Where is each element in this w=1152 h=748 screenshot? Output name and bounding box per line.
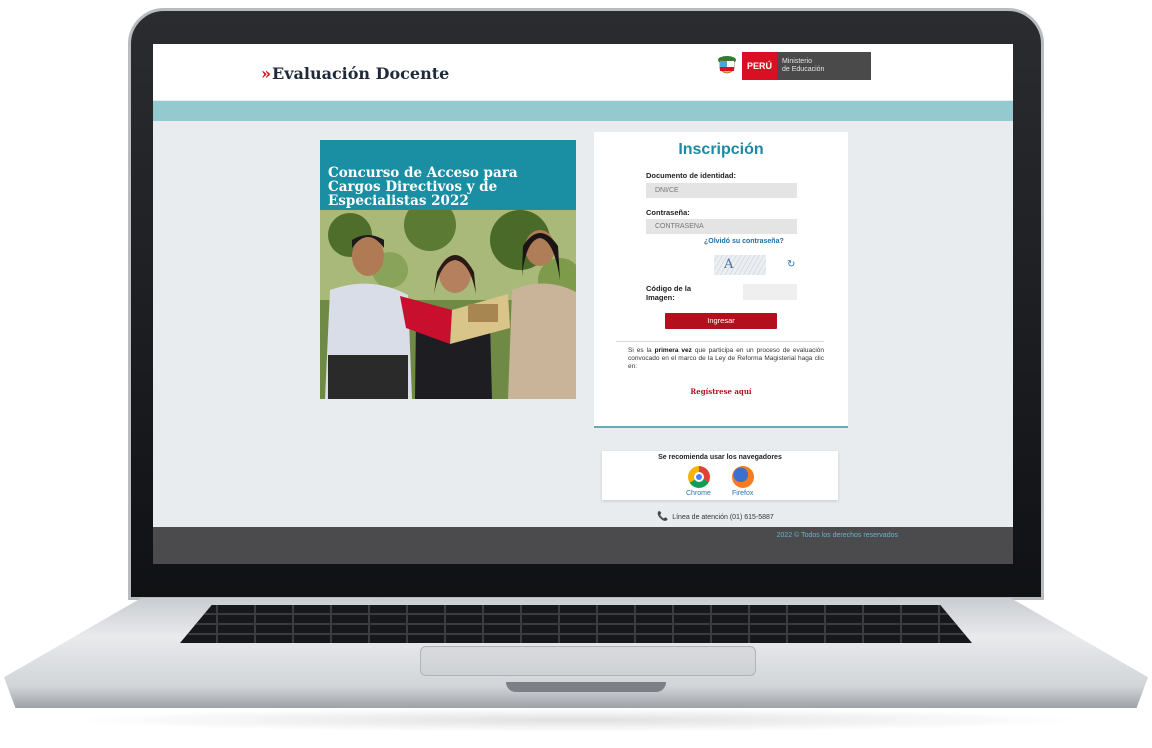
document-input[interactable] [646, 183, 797, 198]
captcha-label: Código de la Imagen: [646, 284, 691, 302]
ministry-line-1: Ministerio [782, 58, 812, 65]
info-prefix: Si es la [628, 347, 655, 354]
captcha-image: A [714, 255, 766, 275]
ministry-label: Ministerio de Educación [777, 52, 872, 80]
browsers-title: Se recomienda usar los navegadores [658, 454, 782, 461]
laptop-keyboard [180, 605, 972, 643]
login-button[interactable]: Ingresar [665, 313, 777, 329]
laptop-notch [506, 682, 666, 692]
phone-icon: 📞 [657, 511, 669, 521]
coat-of-arms-icon [718, 56, 736, 74]
first-time-info: Si es la primera vez que participa en un… [628, 347, 824, 371]
card-divider [616, 341, 824, 342]
browsers-box: Se recomienda usar los navegadores Chrom… [602, 451, 838, 500]
forgot-password-link[interactable]: ¿Olvidó su contraseña? [704, 238, 784, 245]
chrome-label[interactable]: Chrome [686, 490, 711, 497]
login-card: Inscripción Documento de identidad: Cont… [594, 132, 848, 428]
teachers-photo [320, 210, 576, 399]
banner-title: Concurso de Acceso para Cargos Directivo… [328, 165, 518, 209]
support-text: Línea de atención (01) 615-5887 [672, 514, 774, 521]
laptop-screen: »Evaluación Docente PERÚ Ministerio de E… [153, 44, 1013, 564]
password-input[interactable] [646, 219, 797, 234]
peru-label: PERÚ [742, 52, 778, 80]
document-label: Documento de identidad: [646, 171, 736, 180]
site-footer: 2022 © Todos los derechos reservados [153, 527, 1013, 564]
password-label: Contraseña: [646, 208, 690, 217]
refresh-captcha-icon[interactable]: ↻ [787, 259, 795, 270]
firefox-icon[interactable] [732, 466, 754, 488]
site-header: »Evaluación Docente PERÚ Ministerio de E… [153, 44, 1013, 100]
chrome-icon[interactable] [688, 466, 710, 488]
login-title: Inscripción [678, 141, 764, 158]
brand-logo[interactable]: »Evaluación Docente [261, 64, 449, 83]
contest-banner: Concurso de Acceso para Cargos Directivo… [320, 140, 576, 399]
laptop-shadow [60, 708, 1092, 732]
copyright-text: 2022 © Todos los derechos reservados [776, 532, 898, 539]
brand-name: Evaluación Docente [272, 64, 450, 83]
firefox-label[interactable]: Firefox [732, 490, 753, 497]
brand-mark: » [261, 64, 271, 83]
ministry-line-2: de Educación [782, 66, 825, 73]
support-line: 📞 Línea de atención (01) 615-5887 [657, 511, 774, 522]
ministry-logo: PERÚ Ministerio de Educación [716, 52, 872, 80]
laptop-trackpad [420, 646, 756, 676]
header-band [153, 101, 1013, 121]
info-bold: primera vez [654, 347, 692, 354]
captcha-input[interactable] [743, 284, 797, 300]
register-link[interactable]: Regístrese aquí [594, 387, 848, 396]
